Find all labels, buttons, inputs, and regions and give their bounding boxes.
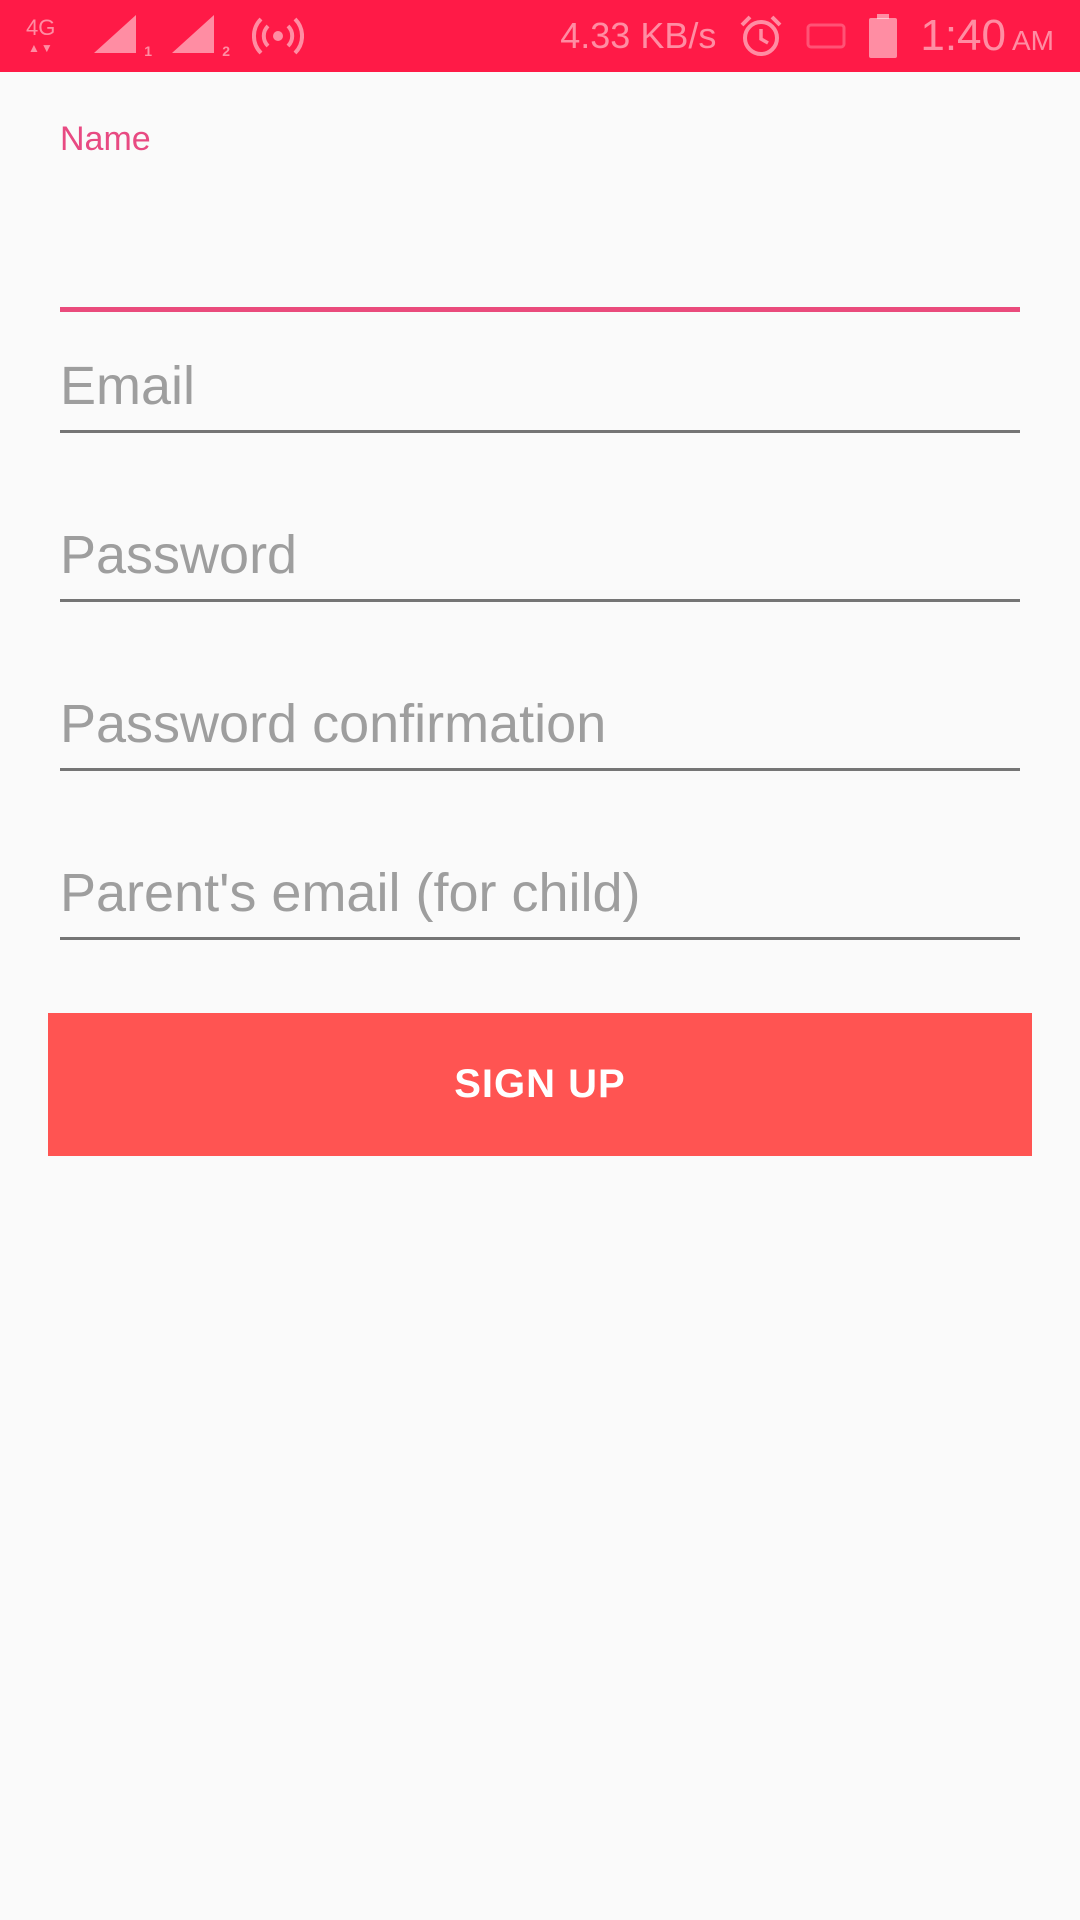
- status-bar-right: 4.33 KB/s 1:40 AM: [560, 0, 1054, 72]
- parent-email-input[interactable]: [60, 859, 1020, 927]
- name-label: Name: [60, 120, 151, 158]
- password-input[interactable]: [60, 521, 1020, 589]
- email-field: [60, 352, 1020, 512]
- clock-time: 1:40: [920, 11, 1006, 60]
- name-input[interactable]: [60, 214, 1020, 276]
- signal-icon: 2: [170, 13, 230, 59]
- alarm-icon: [740, 15, 782, 56]
- clock-ampm: AM: [1012, 25, 1054, 56]
- battery-icon: [869, 14, 898, 58]
- email-underline: [60, 430, 1020, 433]
- password-confirmation-field: [60, 690, 1020, 850]
- network-type-indicator: 4G ▲▼: [24, 13, 62, 59]
- password-confirmation-underline: [60, 768, 1020, 771]
- signup-button[interactable]: SIGN UP: [48, 1013, 1032, 1156]
- password-underline: [60, 599, 1020, 602]
- status-bar: 4G ▲▼ 1 2 4.33 KB/s 1:40 AM: [0, 0, 1080, 72]
- sim-icon: [806, 23, 846, 49]
- network-type-label: 4G: [26, 15, 56, 40]
- data-activity-icon: ▲▼: [28, 41, 54, 55]
- parent-email-field: [60, 859, 1020, 1019]
- name-field: Name: [60, 120, 1020, 340]
- signal-icon: 1: [92, 13, 152, 59]
- hotspot-icon: [252, 17, 304, 55]
- parent-email-underline: [60, 937, 1020, 940]
- sim2-index: 2: [222, 43, 230, 59]
- clock: 1:40 AM: [920, 11, 1054, 61]
- password-confirmation-input[interactable]: [60, 690, 1020, 758]
- data-speed: 4.33 KB/s: [560, 15, 717, 56]
- status-bar-left: 4G ▲▼ 1 2: [24, 0, 304, 72]
- password-field: [60, 521, 1020, 681]
- name-underline: [60, 307, 1020, 312]
- sim1-index: 1: [144, 43, 152, 59]
- email-input[interactable]: [60, 352, 1020, 420]
